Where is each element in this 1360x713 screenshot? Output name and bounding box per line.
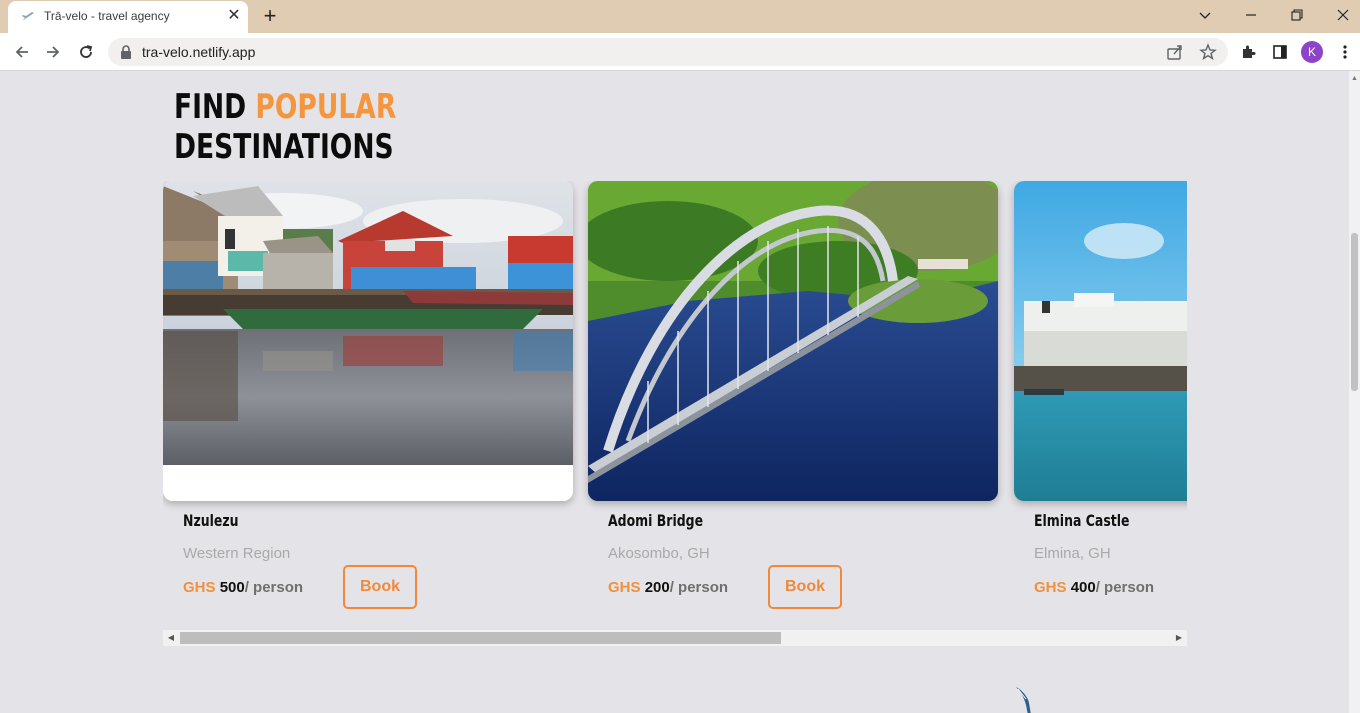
bookmark-star-icon[interactable] bbox=[1199, 43, 1217, 61]
tab-title: Trā-velo - travel agency bbox=[44, 9, 170, 23]
heading-find: FIND bbox=[174, 87, 247, 127]
price-per: / person bbox=[244, 579, 304, 596]
price-currency: GHS bbox=[1034, 579, 1067, 596]
price-currency: GHS bbox=[183, 579, 216, 596]
carousel-scrollbar-thumb[interactable] bbox=[180, 632, 781, 644]
forward-icon[interactable] bbox=[40, 39, 66, 65]
lock-icon[interactable] bbox=[120, 45, 132, 59]
extensions-icon[interactable] bbox=[1238, 42, 1258, 62]
browser-tab[interactable]: Trā-velo - travel agency ✕ bbox=[8, 1, 248, 33]
tab-strip: Trā-velo - travel agency ✕ + bbox=[0, 0, 1360, 33]
back-icon[interactable] bbox=[9, 39, 35, 65]
scroll-left-icon[interactable]: ◀ bbox=[165, 632, 177, 644]
menu-dots-icon[interactable] bbox=[1335, 42, 1355, 62]
share-icon[interactable] bbox=[1166, 43, 1184, 61]
price-amount: 200 bbox=[644, 579, 670, 596]
carousel-scrollbar[interactable]: ◀ ▶ bbox=[163, 630, 1187, 646]
destination-image-adomi-bridge bbox=[588, 181, 998, 501]
close-tab-icon[interactable]: ✕ bbox=[226, 8, 242, 24]
price-per: / person bbox=[669, 579, 729, 596]
heading-destinations: DESTINATIONS bbox=[174, 127, 394, 167]
new-tab-button[interactable]: + bbox=[258, 4, 282, 28]
destination-name: Elmina Castle bbox=[1034, 511, 1130, 530]
tab-search-icon[interactable] bbox=[1182, 0, 1228, 30]
airplane-favicon-icon bbox=[22, 12, 34, 21]
destinations-carousel[interactable]: Nzulezu Western Region GHS 500/ person B… bbox=[163, 181, 1187, 631]
profile-avatar[interactable]: K bbox=[1301, 41, 1323, 63]
destination-region: Elmina, GH bbox=[1034, 545, 1111, 562]
heading-popular: POPULAR bbox=[255, 87, 397, 127]
destination-name: Adomi Bridge bbox=[608, 511, 704, 530]
section-heading: FIND POPULAR DESTINATIONS bbox=[174, 87, 396, 167]
restore-button[interactable] bbox=[1274, 0, 1320, 30]
destination-image-elmina-castle bbox=[1014, 181, 1187, 501]
page-scrollbar-thumb[interactable] bbox=[1351, 233, 1358, 391]
destination-image-nzulezu bbox=[163, 181, 573, 501]
url-text[interactable]: tra-velo.netlify.app bbox=[142, 44, 255, 60]
scroll-up-icon[interactable]: ▲ bbox=[1351, 75, 1358, 82]
destination-price: GHS 400/ person bbox=[1034, 579, 1154, 596]
destination-price: GHS 500/ person bbox=[183, 579, 303, 596]
price-currency: GHS bbox=[608, 579, 641, 596]
destination-price: GHS 200/ person bbox=[608, 579, 728, 596]
destination-region: Western Region bbox=[183, 545, 291, 562]
price-per: / person bbox=[1095, 579, 1155, 596]
price-amount: 400 bbox=[1070, 579, 1096, 596]
price-amount: 500 bbox=[219, 579, 245, 596]
book-button[interactable]: Book bbox=[768, 565, 842, 609]
side-panel-icon[interactable] bbox=[1270, 42, 1290, 62]
page-viewport: FIND POPULAR DESTINATIONS Nzulezu Wester… bbox=[0, 71, 1349, 713]
scroll-right-icon[interactable]: ▶ bbox=[1173, 632, 1185, 644]
page-scrollbar[interactable]: ▲ bbox=[1349, 71, 1360, 713]
reload-icon[interactable] bbox=[73, 39, 99, 65]
destination-name: Nzulezu bbox=[183, 511, 239, 530]
browser-toolbar: tra-velo.netlify.app bbox=[0, 33, 1360, 71]
airplane-decoration-icon bbox=[1016, 687, 1031, 713]
minimize-button[interactable] bbox=[1228, 0, 1274, 30]
address-bar[interactable]: tra-velo.netlify.app bbox=[108, 38, 1228, 66]
destination-region: Akosombo, GH bbox=[608, 545, 710, 562]
book-button[interactable]: Book bbox=[343, 565, 417, 609]
close-window-button[interactable] bbox=[1320, 0, 1360, 30]
